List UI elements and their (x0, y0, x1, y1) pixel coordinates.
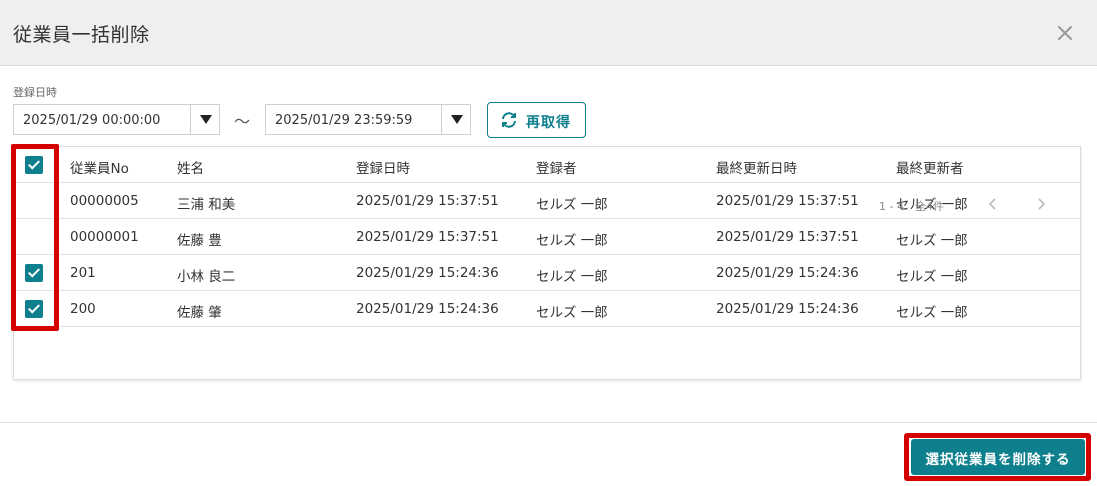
cell-registered-by: セルズ 一郎 (536, 269, 608, 285)
pager-summary: 1 - 4 全4件 (879, 200, 944, 213)
row-checkbox[interactable] (25, 264, 43, 282)
cell-updated-at: 2025/01/29 15:37:51 (716, 229, 859, 245)
dialog-header: 従業員一括削除 (0, 0, 1097, 66)
cell-registered-at: 2025/01/29 15:24:36 (356, 301, 499, 317)
row-checkbox[interactable] (25, 228, 43, 246)
header-updated-by[interactable]: 最終更新者 (896, 157, 964, 177)
cell-updated-by: セルズ 一郎 (896, 305, 968, 321)
cell-name: 小林 良二 (177, 269, 236, 285)
cell-updated-by: セルズ 一郎 (896, 233, 968, 249)
date-from-field[interactable]: 2025/01/29 00:00:00 (13, 104, 220, 135)
cell-name: 佐藤 豊 (177, 233, 222, 249)
date-range-label: 登録日時 (13, 86, 57, 99)
date-from-value: 2025/01/29 00:00:00 (23, 113, 161, 128)
chevron-left-icon (988, 198, 996, 210)
delete-selected-button[interactable]: 選択従業員を削除する (911, 439, 1085, 475)
date-from-dropdown-icon[interactable] (190, 105, 220, 134)
cell-employee-no: 00000001 (70, 229, 139, 245)
cell-registered-at: 2025/01/29 15:24:36 (356, 265, 499, 281)
header-registered-at[interactable]: 登録日時 (356, 157, 410, 177)
date-to-dropdown-icon[interactable] (441, 105, 471, 134)
cell-employee-no: 201 (70, 265, 96, 281)
cell-registered-by: セルズ 一郎 (536, 305, 608, 321)
delete-selected-label: 選択従業員を削除する (925, 452, 1071, 468)
cell-updated-at: 2025/01/29 15:24:36 (716, 265, 859, 281)
pager-next-button[interactable] (1030, 193, 1052, 215)
refresh-icon (502, 112, 516, 128)
table-row[interactable]: 201 小林 良二 2025/01/29 15:24:36 セルズ 一郎 202… (14, 255, 1080, 291)
table-header-row: 従業員No 姓名 登録日時 登録者 最終更新日時 最終更新者 (14, 147, 1080, 183)
date-to-field[interactable]: 2025/01/29 23:59:59 (265, 104, 471, 135)
cell-registered-at: 2025/01/29 15:37:51 (356, 193, 499, 209)
chevron-right-icon (1038, 198, 1046, 210)
table-row[interactable]: 200 佐藤 肇 2025/01/29 15:24:36 セルズ 一郎 2025… (14, 291, 1080, 327)
table-row[interactable]: 00000001 佐藤 豊 2025/01/29 15:37:51 セルズ 一郎… (14, 219, 1080, 255)
employee-table: 従業員No 姓名 登録日時 登録者 最終更新日時 最終更新者 00000005 … (13, 146, 1081, 380)
select-all-checkbox[interactable] (25, 156, 43, 174)
header-updated-at[interactable]: 最終更新日時 (716, 157, 797, 177)
footer-divider (0, 422, 1097, 423)
cell-name: 佐藤 肇 (177, 305, 222, 321)
refetch-button[interactable]: 再取得 (487, 102, 586, 138)
close-icon (1058, 26, 1072, 40)
dialog-title: 従業員一括削除 (13, 24, 150, 46)
cell-employee-no: 200 (70, 301, 96, 317)
close-button[interactable] (1052, 20, 1078, 46)
header-employee-no[interactable]: 従業員No (70, 157, 129, 177)
date-range-separator: ～ (234, 112, 251, 131)
cell-updated-by: セルズ 一郎 (896, 269, 968, 285)
cell-updated-at: 2025/01/29 15:24:36 (716, 301, 859, 317)
cell-updated-at: 2025/01/29 15:37:51 (716, 193, 859, 209)
cell-registered-at: 2025/01/29 15:37:51 (356, 229, 499, 245)
cell-registered-by: セルズ 一郎 (536, 233, 608, 249)
cell-registered-by: セルズ 一郎 (536, 197, 608, 213)
header-registered-by[interactable]: 登録者 (536, 157, 577, 177)
pager-prev-button[interactable] (982, 193, 1004, 215)
row-checkbox[interactable] (25, 300, 43, 318)
refetch-label: 再取得 (526, 115, 571, 131)
date-to-value: 2025/01/29 23:59:59 (275, 113, 413, 128)
row-checkbox[interactable] (25, 192, 43, 210)
cell-name: 三浦 和美 (177, 197, 236, 213)
header-name[interactable]: 姓名 (177, 157, 204, 177)
cell-employee-no: 00000005 (70, 193, 139, 209)
